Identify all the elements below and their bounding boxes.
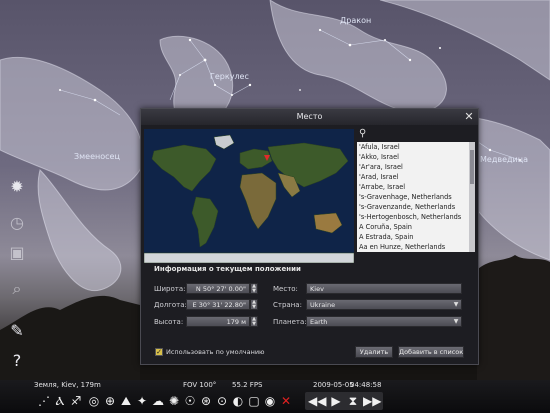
latitude-field[interactable]: N 50° 27' 0.00": [186, 283, 250, 294]
location-window-icon[interactable]: ✹: [6, 176, 28, 198]
longitude-stepper[interactable]: ▲ ▼: [250, 299, 258, 310]
fps-status: 55.2 FPS: [232, 381, 263, 389]
info-title: Информация о текущем положении: [154, 265, 301, 273]
close-icon[interactable]: ✕: [463, 111, 475, 123]
name-field[interactable]: Kiev: [306, 283, 462, 294]
configuration-window-icon[interactable]: ✎: [6, 320, 28, 342]
rewind-icon[interactable]: ◀◀: [308, 393, 326, 409]
latitude-stepper[interactable]: ▲ ▼: [250, 283, 258, 294]
cardinal-points-icon[interactable]: ✦: [134, 393, 150, 409]
search-window-icon[interactable]: ⌕: [6, 278, 28, 300]
chevron-down-icon: ▼: [453, 301, 459, 308]
dialog-title[interactable]: Место: [141, 109, 478, 125]
delete-button[interactable]: Удалить: [355, 346, 393, 358]
search-icon: ⚲: [359, 128, 367, 139]
altitude-label: Высота:: [154, 318, 184, 326]
night-mode-icon[interactable]: ◐: [230, 393, 246, 409]
planet-select[interactable]: Earth ▼: [306, 316, 462, 327]
altitude-field[interactable]: 179 м: [186, 316, 250, 327]
ground-icon[interactable]: ⛰: [118, 393, 134, 409]
planet-labels-icon[interactable]: ☉: [182, 393, 198, 409]
planet-label: Планета:: [273, 318, 307, 326]
chevron-down-icon: ▼: [453, 318, 459, 325]
altitude-stepper[interactable]: ▲ ▼: [250, 316, 258, 327]
constellation-label-serpens: Змееносец: [74, 152, 120, 161]
location-status: Земля, Kiev, 179m: [34, 381, 101, 389]
atmosphere-icon[interactable]: ☁: [150, 393, 166, 409]
world-map[interactable]: [144, 129, 354, 263]
use-default-checkbox[interactable]: ✓: [155, 348, 163, 356]
disable-icon[interactable]: ✕: [278, 393, 294, 409]
center-selected-icon[interactable]: ⊙: [214, 393, 230, 409]
current-location-info: Информация о текущем положении Широта: N…: [144, 265, 475, 361]
date-time-window-icon[interactable]: ◷: [6, 212, 28, 234]
location-list-item[interactable]: A Estrada, Spain: [357, 232, 469, 242]
search-input[interactable]: [373, 127, 471, 139]
location-list-item[interactable]: 'Ar'ara, Israel: [357, 162, 469, 172]
country-value: Ukraine: [310, 301, 336, 309]
left-toolbar: ✹ ◷ ▣ ⌕ ✎ ?: [0, 160, 36, 380]
time-status: 04:48:58: [350, 381, 382, 389]
add-to-list-button[interactable]: Добавить в список: [398, 346, 464, 358]
location-list-item[interactable]: 'Arrabe, Israel: [357, 182, 469, 192]
scrollbar-thumb[interactable]: [470, 150, 474, 184]
fov-status: FOV 100°: [183, 381, 217, 389]
fast-forward-icon[interactable]: ▶▶: [363, 393, 381, 409]
planet-value: Earth: [310, 318, 328, 326]
use-default-label[interactable]: Использовать по умолчанию: [166, 348, 265, 356]
ocular-icon[interactable]: ◉: [262, 393, 278, 409]
country-label: Страна:: [273, 301, 302, 309]
longitude-label: Долгота:: [154, 301, 187, 309]
bottom-toolbar: Земля, Kiev, 179m FOV 100° 55.2 FPS 2009…: [0, 380, 550, 413]
nebulas-icon[interactable]: ✺: [166, 393, 182, 409]
location-list-item[interactable]: 'Akko, Israel: [357, 152, 469, 162]
constellation-label-hercules: Геркулес: [210, 72, 249, 81]
full-screen-icon[interactable]: ▢: [246, 393, 262, 409]
constellation-label-ursa: Медведица: [480, 155, 529, 164]
name-label: Место:: [273, 285, 298, 293]
now-icon[interactable]: ⧗: [345, 393, 361, 409]
location-list-item[interactable]: 's-Gravenzande, Netherlands: [357, 202, 469, 212]
location-list-scrollbar[interactable]: [469, 142, 475, 252]
equatorial-mount-icon[interactable]: ⊛: [198, 393, 214, 409]
constellation-label-draco: Дракон: [340, 16, 372, 25]
location-list-item[interactable]: 's-Hertogenbosch, Netherlands: [357, 212, 469, 222]
search-row: ⚲: [357, 127, 475, 141]
constellation-lines-icon[interactable]: ⋰: [36, 393, 52, 409]
longitude-field[interactable]: E 30° 31' 22.80": [186, 299, 250, 310]
time-controls: ◀◀ ▶ ⧗ ▶▶: [305, 392, 383, 410]
location-list-item[interactable]: 's-Gravenhage, Netherlands: [357, 192, 469, 202]
location-list-item[interactable]: A Coruña, Spain: [357, 222, 469, 232]
help-window-icon[interactable]: ?: [6, 350, 28, 372]
play-icon[interactable]: ▶: [328, 393, 344, 409]
location-list-item[interactable]: 'Arad, Israel: [357, 172, 469, 182]
latitude-label: Широта:: [154, 285, 186, 293]
date-status: 2009-05-05: [313, 381, 354, 389]
country-select[interactable]: Ukraine ▼: [306, 299, 462, 310]
azimuthal-grid-icon[interactable]: ⊕: [102, 393, 118, 409]
equatorial-grid-icon[interactable]: ◎: [86, 393, 102, 409]
constellation-labels-icon[interactable]: Ⲁ: [52, 393, 68, 409]
location-list-item[interactable]: 'Afula, Israel: [357, 142, 469, 152]
location-list-item[interactable]: Aa en Hunze, Netherlands: [357, 242, 469, 252]
location-dialog: Место ✕ ⚲ 'Afula, Israel 'Akko, Israel '…: [140, 108, 479, 365]
sky-view-window-icon[interactable]: ▣: [6, 242, 28, 264]
location-list[interactable]: 'Afula, Israel 'Akko, Israel 'Ar'ara, Isra…: [357, 142, 469, 252]
constellation-art-icon[interactable]: ♐: [68, 393, 84, 409]
